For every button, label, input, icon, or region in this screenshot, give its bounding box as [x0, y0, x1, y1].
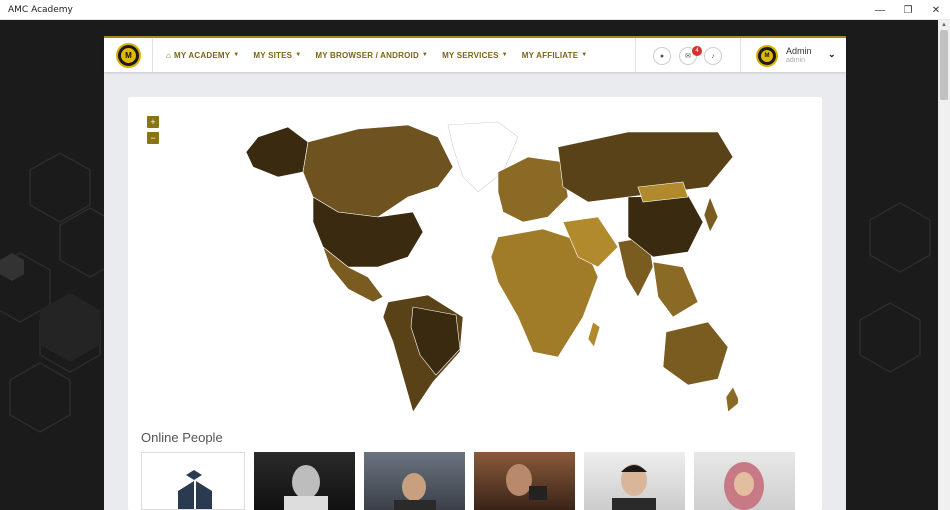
- restore-icon[interactable]: ❐: [894, 0, 922, 20]
- building-logo-icon: [178, 470, 212, 509]
- menu-label: MY BROWSER / ANDROID: [315, 50, 419, 60]
- menu-label: MY SITES: [253, 50, 293, 60]
- person-card[interactable]: [694, 452, 795, 510]
- scrollbar-thumb[interactable]: [940, 30, 948, 100]
- divider: [152, 38, 153, 72]
- top-navbar: M ⌂ MY ACADEMY ▼ MY SITES ▼ MY BROWSER /…: [104, 36, 846, 72]
- window-title: AMC Academy: [8, 4, 73, 15]
- map-zoom-in-button[interactable]: +: [147, 116, 159, 128]
- main-menu: ⌂ MY ACADEMY ▼ MY SITES ▼ MY BROWSER / A…: [166, 38, 587, 72]
- divider: [635, 38, 636, 72]
- messages-badge: 4: [692, 46, 702, 56]
- caret-down-icon: ▼: [421, 52, 429, 58]
- map-region-japan: [703, 196, 719, 233]
- user-role: admin: [786, 57, 806, 64]
- content-panel: + − Online People: [128, 97, 822, 510]
- map-zoom-out-button[interactable]: −: [147, 132, 159, 144]
- avatar-photo: [724, 462, 764, 510]
- menu-label: MY AFFILIATE: [521, 50, 579, 60]
- window-scrollbar[interactable]: ▲: [938, 20, 950, 510]
- bell-icon[interactable]: ♪: [704, 47, 722, 65]
- avatar-photo: [506, 464, 547, 500]
- close-icon[interactable]: ✕: [922, 0, 950, 20]
- user-icon[interactable]: ●: [653, 47, 671, 65]
- map-region-europe: [497, 156, 569, 223]
- window-titlebar: AMC Academy — ❐ ✕: [0, 0, 950, 20]
- avatar-photo: [612, 464, 656, 510]
- app-container: M ⌂ MY ACADEMY ▼ MY SITES ▼ MY BROWSER /…: [104, 36, 846, 510]
- caret-down-icon: ▼: [581, 52, 588, 58]
- caret-down-icon: ▼: [501, 52, 508, 58]
- online-people-title: Online People: [141, 430, 223, 445]
- divider: [740, 38, 741, 72]
- user-menu-chevron-icon[interactable]: ⌄: [828, 49, 836, 60]
- menu-my-affiliate[interactable]: MY AFFILIATE ▼: [522, 51, 588, 60]
- menu-label: MY ACADEMY: [174, 50, 231, 60]
- menu-my-services[interactable]: MY SERVICES ▼: [442, 51, 508, 60]
- person-card[interactable]: [254, 452, 355, 510]
- minimize-icon[interactable]: —: [866, 0, 894, 20]
- caret-down-icon: ▼: [233, 52, 240, 58]
- user-avatar[interactable]: M: [756, 45, 778, 67]
- menu-my-browser-android[interactable]: MY BROWSER / ANDROID ▼: [315, 51, 428, 60]
- menu-my-academy[interactable]: ⌂ MY ACADEMY ▼: [166, 51, 239, 60]
- person-card[interactable]: [474, 452, 575, 510]
- person-card[interactable]: [584, 452, 685, 510]
- world-map[interactable]: [198, 117, 738, 417]
- home-icon: ⌂: [166, 50, 172, 60]
- map-region-canada: [302, 124, 454, 218]
- online-people-list: [141, 452, 795, 510]
- map-region-madagascar: [587, 321, 601, 348]
- caret-down-icon: ▼: [295, 52, 302, 58]
- map-region-australia: [662, 321, 729, 386]
- avatar-photo: [284, 465, 328, 510]
- person-card[interactable]: [364, 452, 465, 510]
- user-name[interactable]: Admin: [786, 46, 812, 56]
- map-region-new-zealand: [725, 386, 738, 413]
- menu-my-sites[interactable]: MY SITES ▼: [253, 51, 301, 60]
- academy-logo[interactable]: M: [116, 43, 141, 68]
- map-region-se-asia: [652, 261, 699, 318]
- avatar-photo: [394, 473, 436, 510]
- person-card[interactable]: [141, 452, 245, 510]
- scroll-up-icon[interactable]: ▲: [938, 20, 950, 30]
- map-region-alaska: [245, 126, 309, 178]
- menu-label: MY SERVICES: [442, 50, 499, 60]
